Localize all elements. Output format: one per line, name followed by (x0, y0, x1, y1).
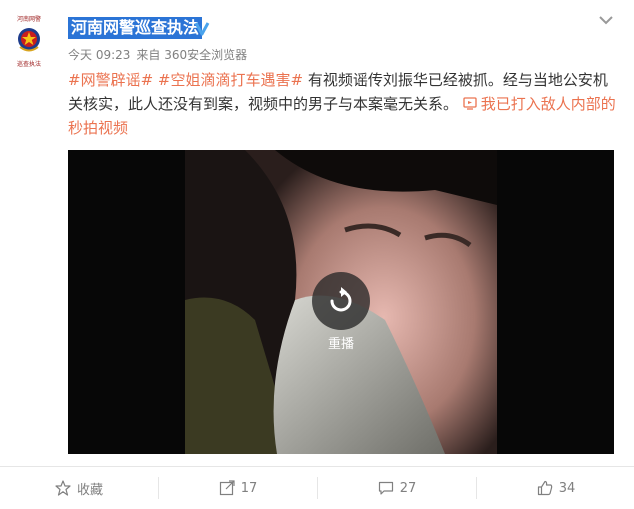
video-link-icon (463, 97, 477, 110)
comment-icon (378, 481, 393, 495)
replay-label: 重播 (327, 337, 354, 352)
weibo-post-card: 河南网警 巡查执法 河南网警巡查执法 今天 09:23 来自 360安全浏览器 #… (0, 0, 634, 509)
action-bar: 收藏 17 27 34 (0, 466, 634, 509)
favorite-label: 收藏 (76, 482, 103, 498)
replay-button[interactable] (312, 272, 370, 330)
favorite-button[interactable]: 收藏 (0, 467, 158, 509)
like-button[interactable]: 34 (477, 467, 634, 509)
avatar[interactable]: 河南网警 巡查执法 (8, 14, 50, 70)
repost-count: 17 (240, 480, 258, 496)
like-count: 34 (558, 480, 576, 496)
topic-link[interactable]: #网警辟谣# (68, 71, 153, 89)
verified-icon (194, 22, 210, 36)
share-icon (219, 480, 235, 496)
thumbs-up-icon (537, 480, 552, 496)
avatar-text-bottom: 巡查执法 (17, 60, 41, 68)
repost-button[interactable]: 17 (159, 467, 317, 509)
post-meta: 今天 09:23 来自 360安全浏览器 (68, 47, 247, 63)
video-player[interactable]: 重播 (68, 150, 614, 454)
chevron-down-icon[interactable] (598, 14, 614, 26)
post-time[interactable]: 今天 09:23 (68, 48, 130, 62)
comment-button[interactable]: 27 (318, 467, 476, 509)
post-source: 来自 360安全浏览器 (136, 48, 248, 62)
username[interactable]: 河南网警巡查执法 (68, 17, 203, 39)
topic-link[interactable]: #空姐滴滴打车遇害# (158, 71, 303, 89)
replay-icon (330, 287, 352, 312)
star-icon (55, 480, 71, 496)
post-content: #网警辟谣# #空姐滴滴打车遇害# 有视频谣传刘振华已经被抓。经与当地公安机关核… (68, 68, 616, 140)
comment-count: 27 (399, 480, 417, 496)
avatar-text-top: 河南网警 (17, 15, 41, 23)
